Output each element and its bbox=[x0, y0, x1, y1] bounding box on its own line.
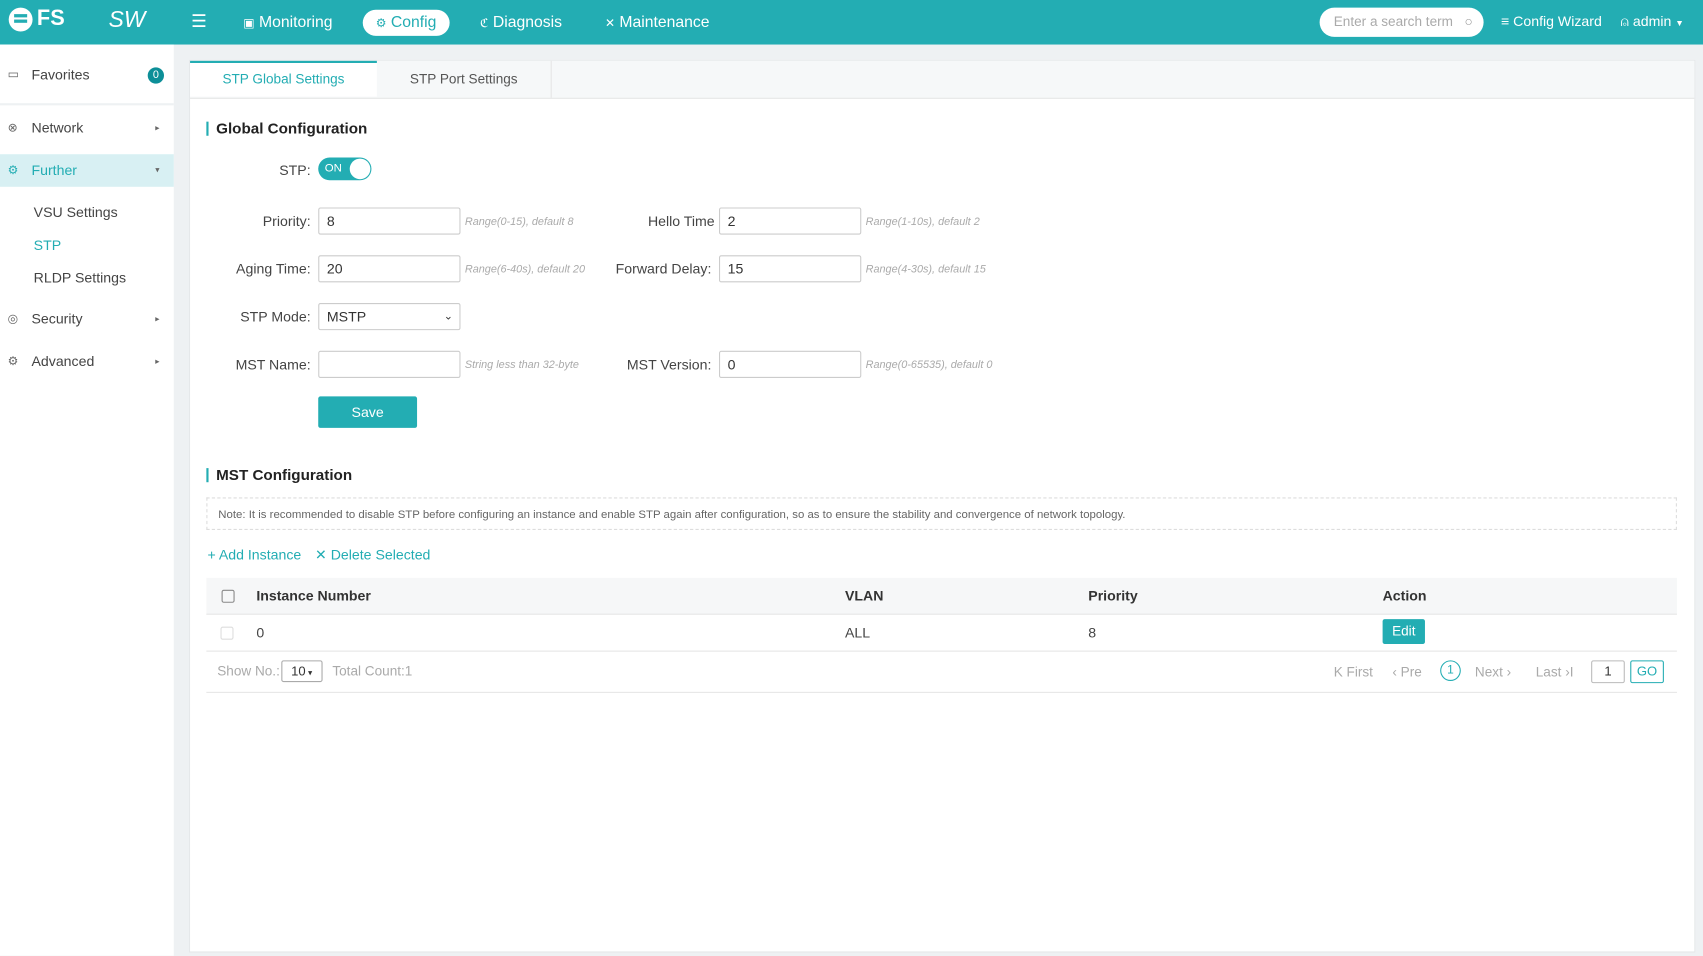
favorites-count: 0 bbox=[147, 67, 165, 84]
mst-version-hint: Range(0-65535), default 0 bbox=[865, 359, 993, 372]
chevron-down-icon: ▾ bbox=[305, 667, 313, 678]
shield-icon: ◎ bbox=[7, 312, 19, 326]
col-instance-number: Instance Number bbox=[256, 587, 371, 604]
page-size-select[interactable]: 10 ▾ bbox=[281, 660, 323, 683]
menu-toggle-icon[interactable]: ☰ bbox=[191, 11, 207, 33]
forward-delay-label: Forward Delay: bbox=[615, 260, 712, 277]
stp-mode-label: STP Mode: bbox=[240, 308, 311, 325]
edit-button[interactable]: Edit bbox=[1382, 619, 1425, 645]
stethoscope-icon: ℭ bbox=[480, 17, 489, 31]
fs-logo: FS bbox=[8, 7, 65, 32]
priority-hint: Range(0-15), default 8 bbox=[464, 216, 574, 229]
mst-name-input[interactable] bbox=[318, 350, 461, 378]
stp-mode-select[interactable]: MSTP ⌄ bbox=[318, 303, 461, 331]
further-gear-icon: ⚙ bbox=[7, 164, 19, 178]
hello-time-label: Hello Time bbox=[647, 212, 715, 230]
table-footer: Show No.: 10 ▾ Total Count:1 K First ‹ P… bbox=[206, 652, 1677, 693]
sidebar: ▭ Favorites 0 ⊗ Network ▸ ⚙ Further ▾ VSU Sett… bbox=[0, 44, 174, 956]
page-1-button[interactable]: 1 bbox=[1440, 660, 1461, 681]
nav-diagnosis[interactable]: ℭ Diagnosis bbox=[467, 10, 575, 36]
select-all-checkbox[interactable] bbox=[221, 589, 235, 603]
chevron-right-icon: ▸ bbox=[155, 356, 160, 367]
hello-time-input[interactable]: 2 bbox=[718, 207, 862, 235]
col-vlan: VLAN bbox=[844, 587, 884, 604]
show-no-label: Show No.: bbox=[217, 663, 280, 679]
sidebar-sub-vsu[interactable]: VSU Settings bbox=[34, 204, 118, 220]
save-button[interactable]: Save bbox=[318, 396, 418, 428]
mst-name-hint: String less than 32-byte bbox=[464, 359, 579, 372]
advanced-gear-icon: ⚙ bbox=[7, 355, 19, 369]
global-config-title: Global Configuration bbox=[206, 121, 367, 136]
monitor-icon: ▣ bbox=[243, 17, 255, 31]
mst-config-title: MST Configuration bbox=[206, 467, 352, 483]
chevron-right-icon: ▸ bbox=[155, 122, 160, 133]
mst-version-input[interactable]: 0 bbox=[718, 350, 862, 378]
search-icon[interactable]: ○ bbox=[1465, 8, 1473, 37]
cell-priority: 8 bbox=[1088, 624, 1097, 641]
stp-toggle[interactable]: ON bbox=[318, 157, 372, 181]
tab-stp-global-settings[interactable]: STP Global Settings bbox=[190, 60, 377, 97]
tab-bar: STP Global Settings STP Port Settings bbox=[190, 60, 1695, 99]
col-action: Action bbox=[1382, 587, 1427, 604]
forward-delay-hint: Range(4-30s), default 15 bbox=[865, 263, 986, 276]
nav-maintenance[interactable]: ✕ Maintenance bbox=[592, 10, 723, 36]
cell-instance: 0 bbox=[256, 624, 265, 641]
stp-label: STP: bbox=[279, 161, 311, 179]
sidebar-favorites[interactable]: ▭ Favorites 0 bbox=[0, 59, 174, 92]
next-page-button[interactable]: Next › bbox=[1475, 665, 1511, 680]
chevron-down-icon: ▾ bbox=[155, 165, 160, 175]
top-bar: FS SW ☰ ▣ Monitoring ⚙ Config ℭ Diagnosi… bbox=[0, 0, 1703, 45]
first-page-button[interactable]: K First bbox=[1334, 665, 1373, 680]
delete-selected-link[interactable]: ✕ Delete Selected bbox=[315, 546, 430, 563]
forward-delay-input[interactable]: 15 bbox=[718, 255, 862, 283]
config-wizard-link[interactable]: ≡ Config Wizard bbox=[1501, 13, 1602, 29]
tools-icon: ✕ bbox=[604, 17, 615, 31]
mst-note: Note: It is recommended to disable STP b… bbox=[206, 497, 1677, 531]
search-input[interactable]: Enter a search term ○ bbox=[1319, 7, 1484, 37]
add-instance-link[interactable]: + Add Instance bbox=[207, 546, 301, 562]
aging-time-hint: Range(6-40s), default 20 bbox=[464, 263, 586, 276]
hello-time-hint: Range(1-10s), default 2 bbox=[865, 216, 980, 229]
caret-down-icon: ▼ bbox=[1675, 18, 1684, 29]
row-checkbox[interactable] bbox=[220, 626, 234, 640]
favorites-icon: ▭ bbox=[7, 68, 19, 82]
tab-stp-port-settings[interactable]: STP Port Settings bbox=[377, 60, 552, 98]
mst-version-label: MST Version: bbox=[626, 356, 712, 373]
cell-vlan: ALL bbox=[844, 624, 871, 641]
chevron-right-icon: ▸ bbox=[155, 313, 160, 324]
table-row: 0 ALL 8 Edit bbox=[206, 615, 1677, 652]
goto-page-input[interactable]: 1 bbox=[1591, 660, 1625, 684]
main-panel: STP Global Settings STP Port Settings Gl… bbox=[188, 59, 1696, 953]
network-icon: ⊗ bbox=[7, 121, 18, 135]
sidebar-sub-rldp[interactable]: RLDP Settings bbox=[34, 269, 126, 285]
table-header: Instance Number VLAN Priority Action bbox=[206, 577, 1677, 615]
sidebar-sub-stp[interactable]: STP bbox=[34, 237, 61, 253]
nav-monitoring[interactable]: ▣ Monitoring bbox=[230, 10, 345, 36]
chevron-down-icon: ⌄ bbox=[443, 310, 453, 323]
aging-time-input[interactable]: 20 bbox=[318, 255, 461, 283]
sidebar-item-further[interactable]: ⚙ Further ▾ bbox=[0, 154, 174, 187]
priority-input[interactable]: 8 bbox=[318, 207, 461, 235]
sidebar-item-network[interactable]: ⊗ Network ▸ bbox=[0, 112, 174, 145]
total-count: Total Count:1 bbox=[332, 663, 413, 679]
user-menu[interactable]: ⍝ admin ▼ bbox=[1620, 13, 1683, 30]
sidebar-item-advanced[interactable]: ⚙ Advanced ▸ bbox=[0, 345, 174, 378]
last-page-button[interactable]: Last ›I bbox=[1536, 665, 1574, 680]
sidebar-item-security[interactable]: ◎ Security ▸ bbox=[0, 303, 174, 336]
user-icon: ⍝ bbox=[1620, 13, 1629, 30]
prev-page-button[interactable]: ‹ Pre bbox=[1392, 665, 1421, 680]
nav-config[interactable]: ⚙ Config bbox=[362, 9, 450, 36]
gear-icon: ⚙ bbox=[375, 17, 387, 31]
go-button[interactable]: GO bbox=[1630, 660, 1664, 684]
col-priority: Priority bbox=[1088, 587, 1138, 604]
aging-time-label: Aging Time: bbox=[236, 260, 311, 277]
product-name: SW bbox=[108, 7, 146, 33]
mst-name-label: MST Name: bbox=[235, 356, 311, 373]
sliders-icon: ≡ bbox=[1500, 13, 1510, 30]
priority-label: Priority: bbox=[262, 212, 311, 230]
